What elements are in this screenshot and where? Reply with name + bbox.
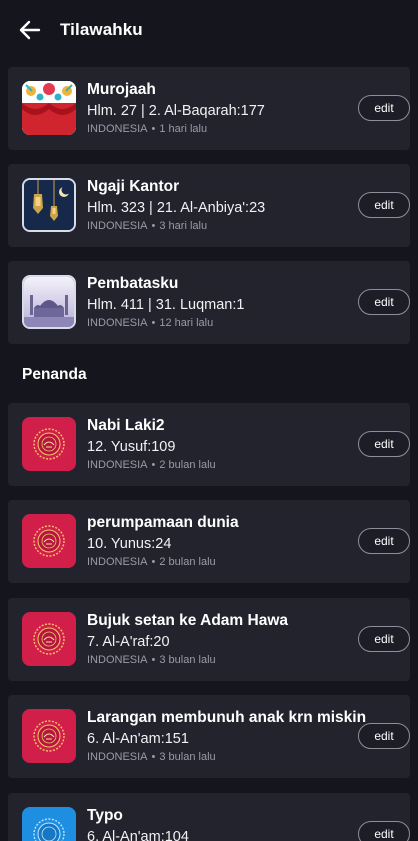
tilawah-card[interactable]: Pembatasku Hlm. 411 | 31. Luqman:1 INDON… <box>8 261 410 344</box>
separator-dot: • <box>151 317 156 329</box>
penanda-card[interactable]: Nabi Laki2 12. Yusuf:109 INDONESIA • 2 bul… <box>8 403 410 486</box>
penanda-meta: INDONESIA • 3 bulan lalu <box>87 751 216 763</box>
tilawah-card[interactable]: Murojaah Hlm. 27 | 2. Al-Baqarah:177 IND… <box>8 67 410 150</box>
quran-emblem-red-icon <box>22 709 76 763</box>
tilawah-title: Pembatasku <box>87 275 179 292</box>
relative-time: 12 hari lalu <box>159 317 214 329</box>
relative-time: 3 bulan lalu <box>159 654 216 666</box>
mosque-light-thumbnail <box>22 275 76 329</box>
quran-emblem-blue-icon <box>22 807 76 841</box>
quran-emblem-red-icon <box>22 514 76 568</box>
language-label: INDONESIA <box>87 654 148 666</box>
relative-time: 3 bulan lalu <box>159 751 216 763</box>
back-arrow-icon[interactable] <box>18 18 42 42</box>
edit-button[interactable]: edit <box>358 95 410 121</box>
tilawah-title: Ngaji Kantor <box>87 178 180 195</box>
tilawah-reference: Hlm. 411 | 31. Luqman:1 <box>87 297 245 313</box>
penanda-card[interactable]: Bujuk setan ke Adam Hawa 7. Al-A'raf:20 … <box>8 598 410 681</box>
separator-dot: • <box>151 556 156 568</box>
separator-dot: • <box>151 459 156 471</box>
quran-emblem-red-icon <box>22 417 76 471</box>
penanda-title: Typo <box>87 807 123 824</box>
penanda-reference: 6. Al-An'am:151 <box>87 731 189 747</box>
quran-emblem-red-icon <box>22 612 76 666</box>
penanda-reference: 12. Yusuf:109 <box>87 439 176 455</box>
edit-button[interactable]: edit <box>358 821 410 841</box>
relative-time: 2 bulan lalu <box>159 556 216 568</box>
edit-button[interactable]: edit <box>358 192 410 218</box>
penanda-meta: INDONESIA • 2 bulan lalu <box>87 459 216 471</box>
penanda-title: Larangan membunuh anak krn miskin <box>87 709 367 726</box>
penanda-reference: 10. Yunus:24 <box>87 536 172 552</box>
tilawah-reference: Hlm. 323 | 21. Al-Anbiya':23 <box>87 200 266 216</box>
tilawah-meta: INDONESIA • 3 hari lalu <box>87 220 207 232</box>
penanda-title: Nabi Laki2 <box>87 417 165 434</box>
tilawah-reference: Hlm. 27 | 2. Al-Baqarah:177 <box>87 103 265 119</box>
pattern-red-thumbnail <box>22 81 76 135</box>
section-title-penanda: Penanda <box>22 366 87 383</box>
edit-button[interactable]: edit <box>358 528 410 554</box>
edit-button[interactable]: edit <box>358 626 410 652</box>
language-label: INDONESIA <box>87 220 148 232</box>
separator-dot: • <box>151 654 156 666</box>
app-header: Tilawahku <box>0 0 418 60</box>
language-label: INDONESIA <box>87 317 148 329</box>
penanda-card[interactable]: Typo 6. Al-An'am:104 edit <box>8 793 410 841</box>
penanda-reference: 6. Al-An'am:104 <box>87 829 189 841</box>
lanterns-night-thumbnail <box>22 178 76 232</box>
penanda-card[interactable]: Larangan membunuh anak krn miskin 6. Al-… <box>8 695 410 778</box>
edit-button[interactable]: edit <box>358 289 410 315</box>
separator-dot: • <box>151 751 156 763</box>
penanda-meta: INDONESIA • 3 bulan lalu <box>87 654 216 666</box>
penanda-card[interactable]: perumpamaan dunia 10. Yunus:24 INDONESIA… <box>8 500 410 583</box>
language-label: INDONESIA <box>87 751 148 763</box>
separator-dot: • <box>151 123 156 135</box>
separator-dot: • <box>151 220 156 232</box>
relative-time: 2 bulan lalu <box>159 459 216 471</box>
tilawah-card[interactable]: Ngaji Kantor Hlm. 323 | 21. Al-Anbiya':2… <box>8 164 410 247</box>
edit-button[interactable]: edit <box>358 431 410 457</box>
language-label: INDONESIA <box>87 123 148 135</box>
relative-time: 1 hari lalu <box>159 123 208 135</box>
page-title: Tilawahku <box>60 20 143 39</box>
tilawah-meta: INDONESIA • 1 hari lalu <box>87 123 207 135</box>
tilawah-title: Murojaah <box>87 81 156 98</box>
tilawah-meta: INDONESIA • 12 hari lalu <box>87 317 213 329</box>
language-label: INDONESIA <box>87 459 148 471</box>
edit-button[interactable]: edit <box>358 723 410 749</box>
penanda-title: Bujuk setan ke Adam Hawa <box>87 612 288 629</box>
penanda-title: perumpamaan dunia <box>87 514 239 531</box>
language-label: INDONESIA <box>87 556 148 568</box>
penanda-meta: INDONESIA • 2 bulan lalu <box>87 556 216 568</box>
penanda-reference: 7. Al-A'raf:20 <box>87 634 170 650</box>
relative-time: 3 hari lalu <box>159 220 208 232</box>
